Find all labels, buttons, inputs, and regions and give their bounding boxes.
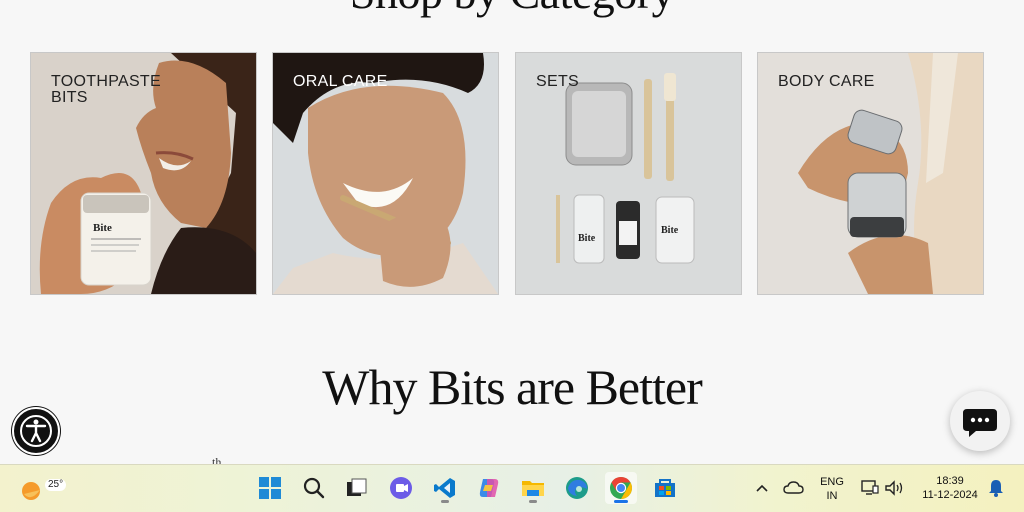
task-view-icon	[347, 478, 367, 496]
language-indicator[interactable]: ENG IN	[812, 475, 852, 503]
volume-button[interactable]	[878, 472, 910, 504]
folder-icon	[522, 481, 544, 496]
meet-chat-icon	[390, 477, 412, 499]
jar-brand-text: Bite	[578, 233, 596, 244]
bell-icon	[989, 480, 1003, 497]
chevron-up-icon	[756, 484, 768, 492]
clock[interactable]: 18:39 11-12-2024	[912, 474, 988, 502]
show-hidden-icons-button[interactable]	[746, 472, 778, 504]
jar-brand-text: Bite	[93, 222, 112, 234]
cloud-icon	[783, 481, 804, 494]
category-card-toothpaste-bits[interactable]: Bite TOOTHPASTE BITS	[30, 52, 257, 295]
category-card-sets[interactable]: Bite Bite SETS	[515, 52, 742, 295]
card-label: ORAL CARE	[293, 73, 388, 90]
taskbar-app-edge[interactable]	[561, 472, 593, 504]
taskbar-search-button[interactable]	[298, 472, 330, 504]
taskbar-app-vscode[interactable]	[429, 472, 461, 504]
taskbar-app-meet[interactable]	[385, 472, 417, 504]
card-label: BODY CARE	[778, 73, 875, 90]
weather-widget[interactable]: 25°	[16, 472, 67, 504]
chat-bubble-icon	[963, 409, 997, 437]
weather-temperature: 25°	[45, 479, 67, 491]
start-button[interactable]	[254, 472, 286, 504]
search-icon	[303, 477, 325, 499]
taskbar-app-store[interactable]	[649, 472, 681, 504]
language-region: IN	[826, 490, 838, 502]
chrome-icon	[610, 477, 632, 499]
store-icon	[655, 479, 675, 497]
chat-button[interactable]	[950, 391, 1010, 451]
windows-logo-icon	[259, 477, 281, 499]
speaker-icon	[885, 480, 903, 496]
clock-time: 18:39	[936, 475, 964, 487]
notifications-button[interactable]	[980, 472, 1012, 504]
section-heading-partial: Shop by Category	[0, 0, 1024, 19]
onedrive-button[interactable]	[778, 472, 810, 504]
task-view-button[interactable]	[340, 472, 372, 504]
weather-sun-icon	[22, 482, 40, 500]
why-bits-title: Why Bits are Better	[322, 359, 703, 415]
taskbar-app-file-explorer[interactable]	[517, 472, 549, 504]
category-card-oral-care[interactable]: ORAL CARE	[272, 52, 499, 295]
copilot-icon	[479, 479, 499, 497]
accessibility-button[interactable]	[12, 407, 60, 455]
vscode-icon	[434, 478, 455, 498]
taskbar-app-copilot[interactable]	[473, 472, 505, 504]
accessibility-icon	[20, 415, 52, 447]
category-card-body-care[interactable]: BODY CARE	[757, 52, 984, 295]
clock-date: 11-12-2024	[922, 489, 978, 501]
language-code: ENG	[820, 476, 844, 488]
taskbar-app-chrome[interactable]	[605, 472, 637, 504]
card-label: TOOTHPASTE BITS	[51, 73, 161, 106]
edge-icon	[566, 477, 588, 499]
card-label: SETS	[536, 73, 579, 90]
jar-brand-text: Bite	[661, 225, 679, 236]
taskbar: 25° ENG IN 18:39 11-12-2024	[0, 464, 1024, 512]
